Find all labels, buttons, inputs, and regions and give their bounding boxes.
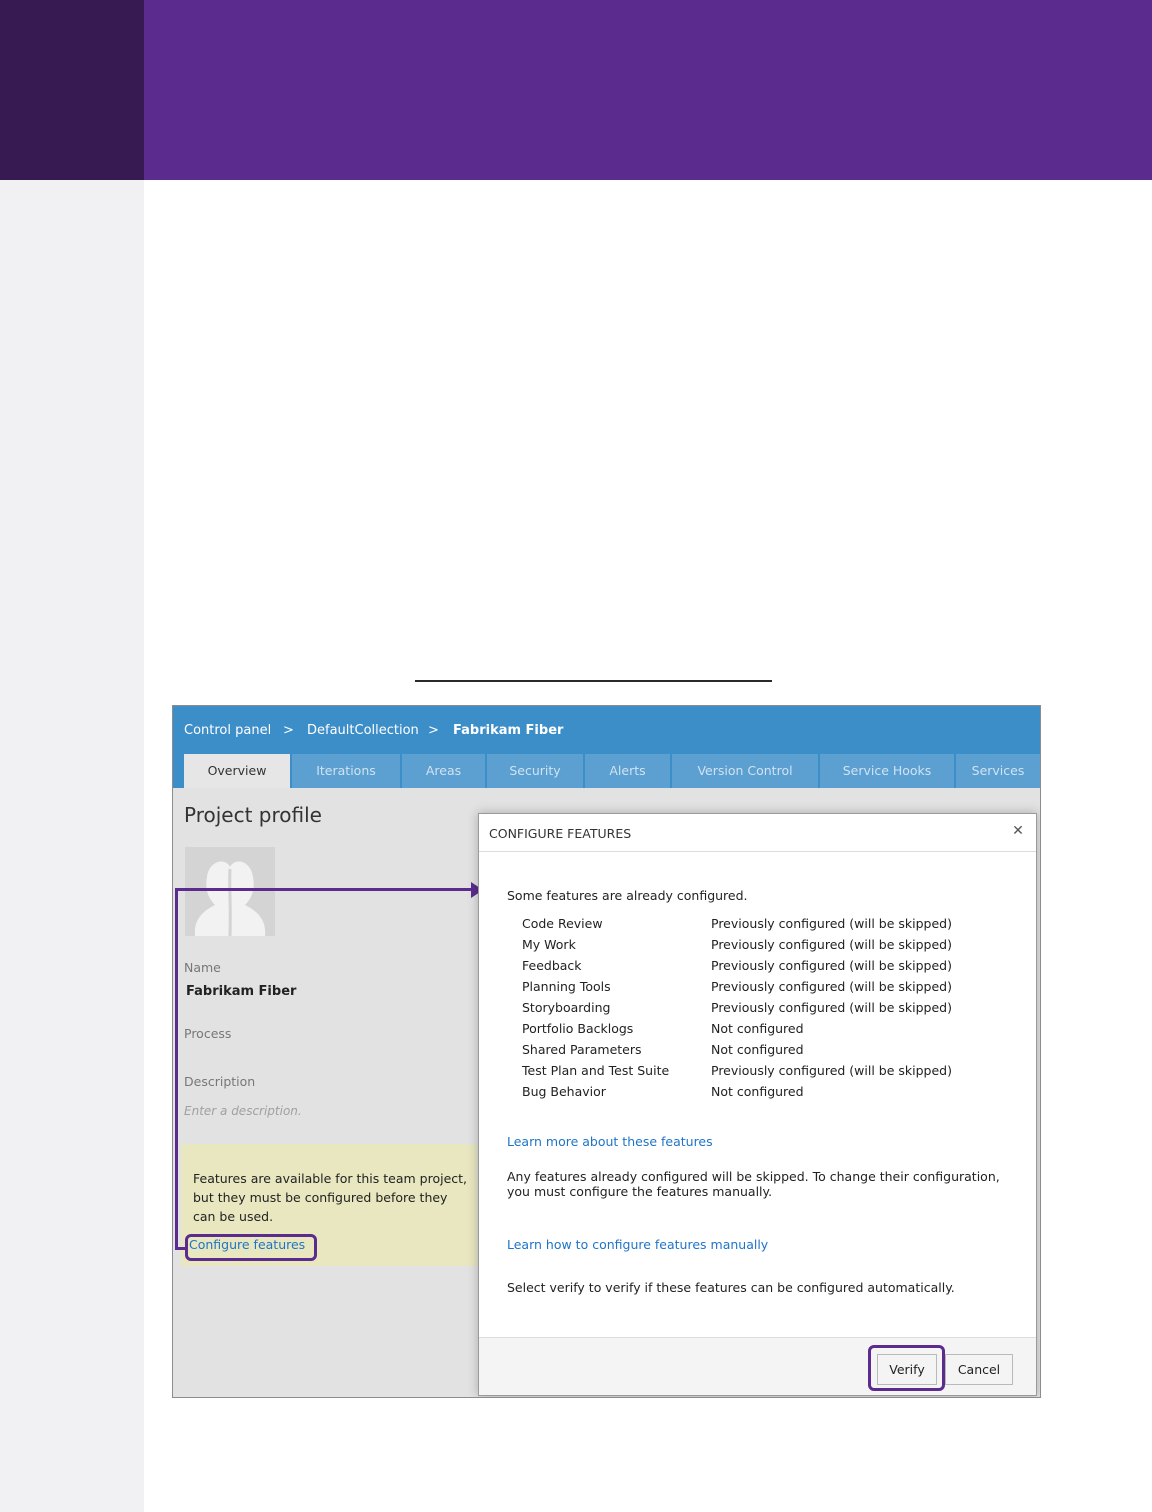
tab-service-hooks[interactable]: Service Hooks	[820, 754, 954, 788]
list-item: Portfolio Backlogs Not configured	[522, 1021, 804, 1036]
user-silhouette-icon	[185, 847, 275, 936]
name-label: Name	[184, 960, 221, 975]
feature-list: Code Review Previously configured (will b…	[522, 916, 982, 1105]
description-label: Description	[184, 1074, 256, 1089]
screenshot-frame: Control panel > DefaultCollection > Fabr…	[172, 705, 1041, 1398]
list-item: Storyboarding Previously configured (will…	[522, 1000, 952, 1015]
list-item: Planning Tools Previously configured (wil…	[522, 979, 952, 994]
page-title: Project profile	[184, 803, 322, 827]
breadcrumb-default-collection[interactable]: DefaultCollection	[307, 723, 419, 738]
tab-services[interactable]: Services	[956, 754, 1040, 788]
tab-version-control[interactable]: Version Control	[672, 754, 818, 788]
tab-bar: Overview Iterations Areas Security Alert…	[173, 754, 1040, 788]
process-label: Process	[184, 1026, 232, 1041]
rail-top-block	[0, 0, 144, 180]
dialog-header: CONFIGURE FEATURES ✕	[479, 814, 1036, 852]
dialog-title: CONFIGURE FEATURES	[489, 826, 632, 841]
description-input[interactable]: Enter a description.	[184, 1104, 302, 1118]
breadcrumb-control-panel[interactable]: Control panel	[184, 723, 271, 738]
name-value: Fabrikam Fiber	[186, 984, 297, 999]
learn-more-link[interactable]: Learn more about these features	[507, 1134, 713, 1149]
list-item: Shared Parameters Not configured	[522, 1042, 804, 1057]
breadcrumb-separator: >	[283, 723, 294, 738]
list-item: My Work Previously configured (will be sk…	[522, 937, 952, 952]
breadcrumb: Control panel > DefaultCollection > Fabr…	[173, 706, 1040, 754]
skip-note: Any features already configured will be …	[507, 1169, 1000, 1199]
callout-line-vertical	[175, 888, 178, 1250]
tab-iterations[interactable]: Iterations	[292, 754, 400, 788]
tab-overview[interactable]: Overview	[184, 754, 290, 788]
dialog-intro: Some features are already configured.	[507, 888, 748, 903]
callout-line-top	[175, 888, 471, 891]
close-icon[interactable]: ✕	[1010, 823, 1026, 839]
list-item: Bug Behavior Not configured	[522, 1084, 804, 1099]
notice-text: Features are available for this team pro…	[193, 1171, 468, 1224]
verify-note: Select verify to verify if these feature…	[507, 1280, 955, 1295]
breadcrumb-current-project: Fabrikam Fiber	[453, 723, 564, 738]
tab-alerts[interactable]: Alerts	[585, 754, 670, 788]
tab-security[interactable]: Security	[487, 754, 583, 788]
tab-areas[interactable]: Areas	[402, 754, 485, 788]
cancel-button[interactable]: Cancel	[945, 1354, 1013, 1385]
list-item: Code Review Previously configured (will b…	[522, 916, 952, 931]
horizontal-rule	[415, 680, 772, 682]
configure-link-highlight	[185, 1234, 317, 1261]
list-item: Feedback Previously configured (will be s…	[522, 958, 952, 973]
left-rail	[0, 0, 144, 1512]
configure-manually-link[interactable]: Learn how to configure features manually	[507, 1237, 768, 1252]
dialog-footer: Verify Cancel	[479, 1337, 1036, 1395]
header-band	[144, 0, 1152, 180]
verify-button-highlight	[868, 1345, 945, 1391]
list-item: Test Plan and Test Suite Previously confi…	[522, 1063, 952, 1078]
configure-features-dialog: CONFIGURE FEATURES ✕ Some features are a…	[478, 813, 1037, 1396]
breadcrumb-separator: >	[428, 723, 439, 738]
callout-line-bottom	[175, 1247, 187, 1250]
